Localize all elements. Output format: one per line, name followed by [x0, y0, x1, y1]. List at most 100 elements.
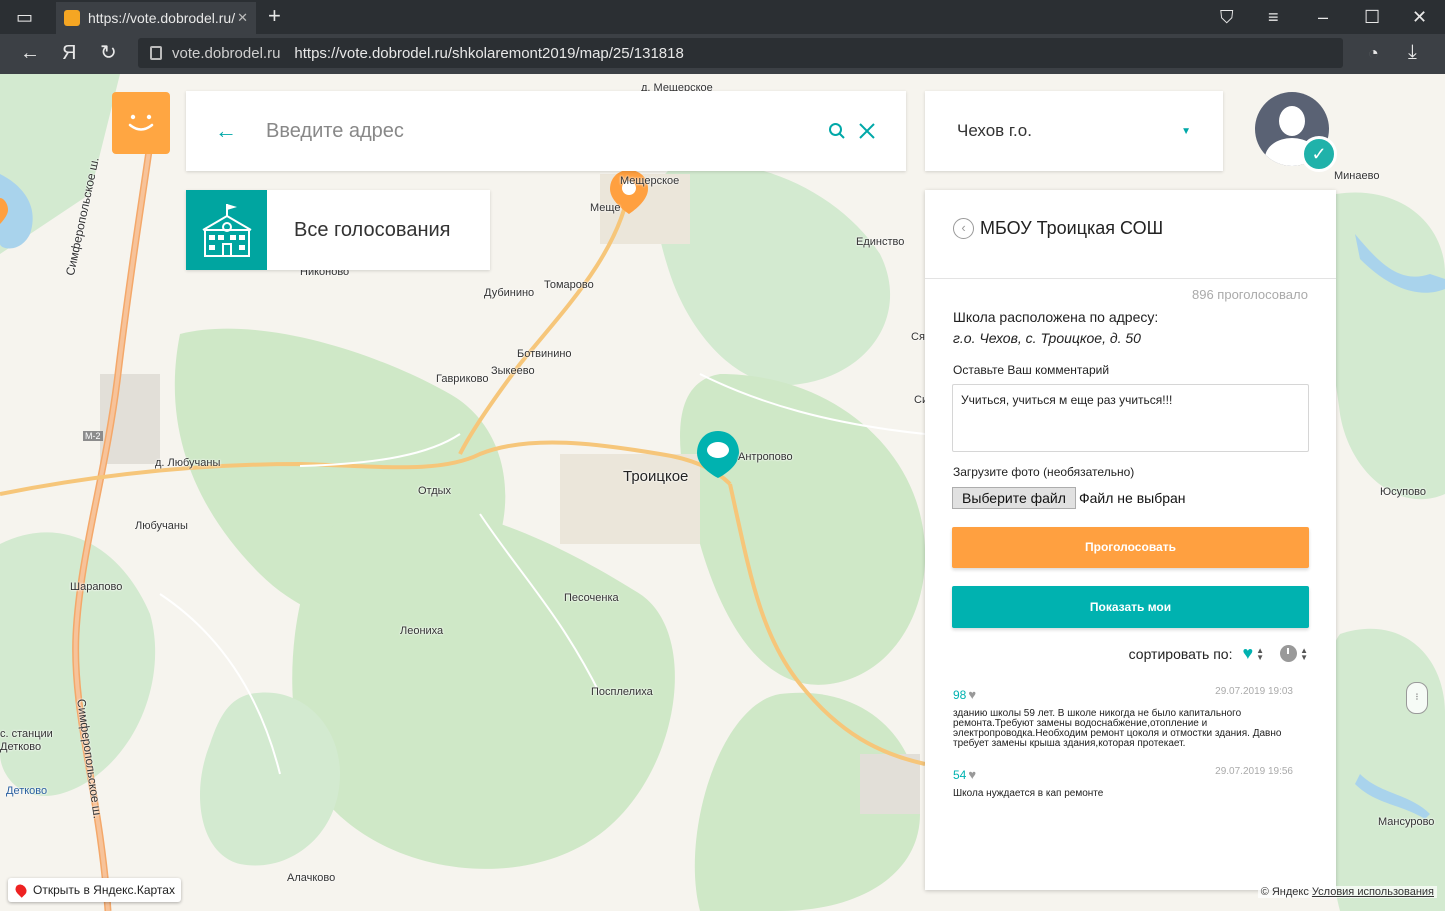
tab-title: https://vote.dobrodel.ru/: [88, 10, 236, 26]
map-place-station: Детково: [6, 785, 48, 797]
choose-file-button[interactable]: Выберите файл: [952, 487, 1076, 509]
address-search-input[interactable]: [266, 119, 828, 143]
comment-field[interactable]: Учиться, учиться м еще раз учиться!!!: [952, 384, 1309, 452]
open-yandex-label: Открыть в Яндекс.Картах: [33, 883, 175, 897]
url-text: https://vote.dobrodel.ru/shkolaremont201…: [294, 44, 684, 62]
map-place: с. станции: [0, 728, 53, 740]
browser-tab[interactable]: https://vote.dobrodel.ru/ ✕: [56, 2, 256, 34]
map-place: Антропово: [738, 451, 793, 463]
sort-label: сортировать по:: [1128, 645, 1233, 662]
map-pin-icon: [13, 882, 29, 898]
map-place: Меще: [590, 202, 621, 214]
all-votes-label: Все голосования: [294, 218, 451, 241]
back-icon[interactable]: ←: [20, 43, 40, 63]
comment-label: Оставьте Ваш комментарий: [953, 363, 1110, 377]
smiley-icon: [128, 114, 154, 131]
clear-search-icon[interactable]: [858, 122, 876, 140]
highway-badge: М-2: [83, 431, 103, 441]
maximize-icon[interactable]: ☐: [1364, 8, 1380, 26]
map-place: Зыкеево: [491, 365, 535, 377]
new-tab-icon[interactable]: +: [268, 5, 281, 27]
map-place: Мещерское: [620, 175, 680, 187]
map-place: Детково: [0, 741, 42, 753]
map-place: Любучаны: [135, 520, 188, 532]
map-place: Ся: [911, 331, 925, 343]
menu-icon[interactable]: ≡: [1268, 8, 1279, 26]
map-place: Мансурово: [1378, 816, 1435, 828]
map-place-troitskoe: Троицкое: [623, 468, 689, 485]
comment-text: зданию школы 59 лет. В школе никогда не …: [953, 708, 1282, 749]
map-drag-handle[interactable]: ⁝: [1406, 682, 1428, 714]
map-place: д. Любучаны: [155, 457, 221, 469]
photo-label: Загрузите фото (необязательно): [953, 465, 1135, 479]
address-label: Школа расположена по адресу:: [953, 309, 1159, 325]
sort-by-likes-heart-icon[interactable]: ♥: [1242, 643, 1253, 664]
map-place: Отдых: [418, 485, 452, 497]
heart-icon[interactable]: ♥: [968, 687, 976, 702]
protect-icon[interactable]: ◔: [1368, 44, 1379, 62]
dobrodel-logo[interactable]: [112, 92, 170, 154]
browser-tabbar: ▭ https://vote.dobrodel.ru/ ✕ + ⛉ ≡ – ☐ …: [0, 0, 1445, 34]
verified-check-icon: ✓: [1301, 136, 1337, 172]
close-window-icon[interactable]: ✕: [1412, 8, 1427, 26]
file-status: Файл не выбран: [1079, 490, 1186, 506]
map-place: Дубинино: [484, 287, 535, 299]
map-place: Леониха: [400, 625, 444, 637]
comment-date: 29.07.2019 19:56: [1215, 766, 1293, 777]
sort-arrows-icon[interactable]: ▲ ▼: [1300, 646, 1308, 661]
district-value: Чехов г.о.: [957, 121, 1032, 140]
yandex-icon[interactable]: Я: [62, 43, 76, 63]
sidebar-toggle-icon[interactable]: ▭: [16, 8, 33, 26]
comment-text: Школа нуждается в кап ремонте: [953, 788, 1104, 799]
sort-controls: сортировать по: ♥ ▲ ▼ ▲ ▼: [1129, 643, 1308, 664]
site-favicon-icon: [64, 10, 80, 26]
search-icon[interactable]: [828, 122, 846, 140]
download-icon[interactable]: ⤓: [1408, 42, 1417, 62]
tab-close-icon[interactable]: ✕: [237, 10, 248, 26]
reload-icon[interactable]: ↻: [100, 43, 117, 63]
heart-icon[interactable]: ♥: [968, 767, 976, 782]
comment-item: 98 ♥ 29.07.2019 19:03 зданию школы 59 лет…: [953, 686, 1293, 749]
browser-addressbar: ← Я ↻ vote.dobrodel.ru https://vote.dobr…: [0, 34, 1445, 74]
map-place: Песоченка: [564, 592, 619, 604]
terms-link[interactable]: Условия использования: [1312, 886, 1434, 898]
like-count: 54: [953, 768, 967, 782]
map-place: Томарово: [544, 279, 594, 291]
url-field[interactable]: vote.dobrodel.ru https://vote.dobrodel.r…: [138, 38, 1343, 68]
address-value: г.о. Чехов, с. Троицкое, д. 50: [953, 330, 1141, 346]
bookmarks-icon[interactable]: ⛉: [1220, 8, 1234, 26]
back-arrow-icon[interactable]: ←: [186, 118, 266, 144]
avatar-head: [1279, 106, 1305, 136]
map-place: Ботвинино: [517, 348, 572, 360]
minimize-icon[interactable]: –: [1318, 8, 1328, 26]
copyright-text: © Яндекс: [1260, 886, 1309, 898]
address-search: ←: [186, 91, 906, 171]
map-place: Единство: [856, 236, 905, 248]
panel-back-icon[interactable]: ‹: [953, 218, 974, 239]
map-place: Юсупово: [1380, 486, 1427, 498]
comment-date: 29.07.2019 19:03: [1215, 686, 1293, 697]
school-building-icon: [186, 190, 267, 270]
school-panel: ‹ МБОУ Троицкая СОШ 896 проголосовало Шк…: [925, 190, 1336, 890]
open-yandex-maps-link[interactable]: Открыть в Яндекс.Картах: [8, 878, 181, 902]
lock-icon: [150, 46, 162, 60]
vote-count: 896 проголосовало: [1192, 287, 1308, 302]
map-copyright: © Яндекс Условия использования: [1257, 886, 1437, 898]
like-count: 98: [953, 688, 967, 702]
chevron-down-icon: ▼: [1181, 125, 1191, 137]
sort-by-date-clock-icon[interactable]: [1280, 645, 1298, 662]
map-place: Посплелиха: [591, 686, 653, 698]
panel-header: ‹ МБОУ Троицкая СОШ: [925, 190, 1336, 279]
map-place: Алачково: [287, 872, 336, 884]
comment-item: 54 ♥ 29.07.2019 19:56 Школа нуждается в к…: [953, 766, 1293, 799]
map-place: Минаево: [1334, 170, 1380, 182]
school-title: МБОУ Троицкая СОШ: [980, 218, 1164, 238]
vote-button[interactable]: Проголосовать: [952, 527, 1309, 568]
sort-arrows-icon[interactable]: ▲ ▼: [1256, 646, 1264, 661]
district-select[interactable]: Чехов г.о. ▼: [925, 91, 1223, 171]
map-place: Гавриково: [436, 373, 489, 385]
map-place: Шарапово: [70, 581, 123, 593]
show-mine-button[interactable]: Показать мои: [952, 586, 1309, 628]
url-domain: vote.dobrodel.ru: [172, 44, 281, 62]
all-votes-button[interactable]: Все голосования: [186, 190, 490, 270]
